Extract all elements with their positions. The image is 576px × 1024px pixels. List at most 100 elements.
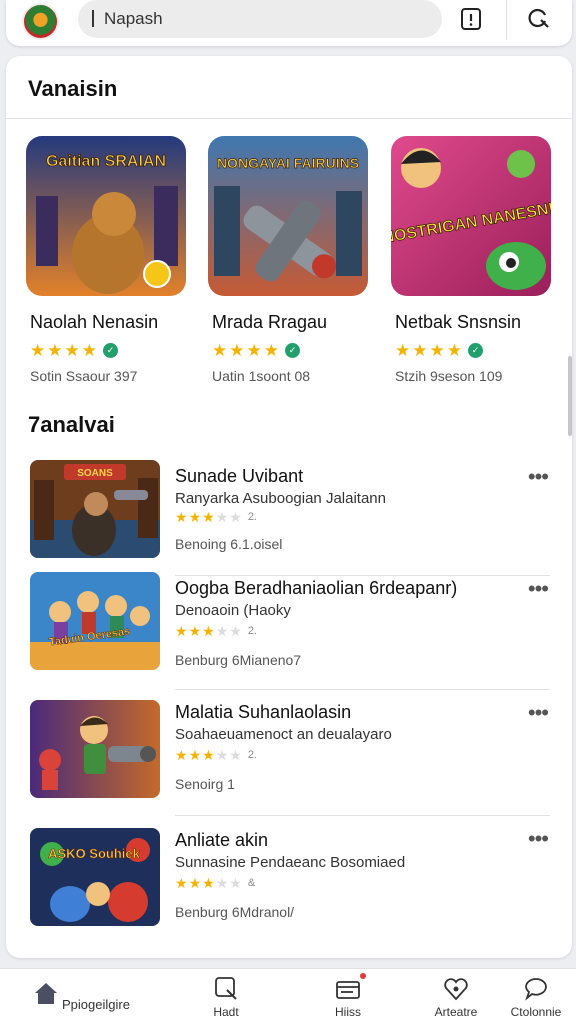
star-icon: ★ [229,875,242,891]
notice-icon[interactable] [458,6,484,32]
list-item[interactable]: Taduin Oeresas Oogba Beradhaniaolian 6rd… [6,566,572,690]
bottom-navigation: Ppiogeilgire Hadt Hiiss Arteatre Ctolonn… [0,968,576,1024]
app-title: Malatia Suhanlaolasin [175,702,352,722]
star-icon: ★ [215,509,229,525]
app-cover-art: NOSTRIGAN NANESN! [391,136,551,296]
scrollbar[interactable] [568,356,572,436]
more-options-icon[interactable]: ••• [528,466,549,488]
search-bar[interactable]: Napash [78,0,442,38]
star-icon: ★ [202,747,215,763]
star-icon: ★ [229,509,242,525]
text-cursor [92,10,94,27]
star-icon: ★ [175,875,188,891]
app-subtitle: Soahaeuamenoct an deualayaro [175,726,392,743]
star-icon: ★ [30,341,46,360]
star-icon: ★ [229,341,245,360]
list-item[interactable]: Malatia Suhanlaolasin Soahaeuamenoct an … [6,690,572,816]
app-cover-art: Gaitian SRAIAN [26,136,186,296]
app-thumbnail: SOANS [30,460,160,558]
nav-item-hiiss[interactable]: Hiiss [318,969,378,1024]
star-icon: ★ [188,623,202,639]
star-icon: ★ [215,623,229,639]
app-meta: Senoirg 1 [175,776,235,792]
star-rating: ★ ★ ★ ★ ★ 2. [175,510,257,524]
search-icon[interactable] [526,6,552,32]
verified-badge-icon: ✓ [103,343,118,358]
star-rating: ★ ★ ★ ★ ★ 2. [175,624,257,638]
list-item[interactable]: SOANS Sunade Uvibant Ranyarka Asuboogian… [6,456,572,576]
star-icon: ★ [202,509,215,525]
nav-item-ctolonnie[interactable]: Ctolonnie [504,969,568,1024]
star-icon: ★ [395,341,411,360]
app-meta: Benburg 6Mianeno7 [175,652,302,668]
app-name: Mrada Rragau [212,312,328,332]
star-rating: ★ ★ ★ ★ ✓ [30,342,118,359]
rating-count: 2. [247,625,257,637]
star-icon: ★ [188,509,202,525]
featured-section-title: Vanaisin [28,76,118,101]
star-icon: ★ [446,341,462,360]
heart-icon [444,978,468,1001]
app-meta: Benburg 6Mdranol/ [175,904,295,920]
star-icon: ★ [215,875,229,891]
cover-title-text: Gaitian SRAIAN [46,153,166,170]
app-name: Naolah Nenasin [30,312,159,332]
app-name: Netbak Snsnsin [395,312,522,332]
nav-label: Hadt [213,1005,239,1019]
content-card: Vanaisin Gaitian SRAIAN Naolah Nenasin ★… [6,56,572,958]
rating-count: 2. [247,511,257,523]
chat-bubble-icon [525,978,547,1001]
featured-app-card[interactable]: NOSTRIGAN NANESN! Netbak Snsnsin ★ ★ ★ ★ ✓ … [391,136,561,396]
star-icon: ★ [229,623,242,639]
star-icon: ★ [229,747,242,763]
cover-title-text: NONGAYAI FAIRUINS [217,155,359,171]
verified-badge-icon: ✓ [468,343,483,358]
star-rating: ★ ★ ★ ★ ✓ [395,342,483,359]
star-icon: ★ [175,747,188,763]
app-title: Sunade Uvibant [175,466,304,486]
nav-item-home[interactable]: Ppiogeilgire [26,969,136,1024]
search-doc-icon [215,977,237,1000]
app-cover-art: NONGAYAI FAIRUINS [208,136,368,296]
featured-app-card[interactable]: NONGAYAI FAIRUINS Mrada Rragau ★ ★ ★ ★ ✓ Ua… [208,136,378,396]
notification-dot [360,973,366,979]
thumb-title-text: SOANS [77,468,113,479]
more-options-icon[interactable]: ••• [528,578,549,600]
nav-label: Ppiogeilgire [62,997,130,1012]
rating-count: 2. [247,749,257,761]
star-icon: ★ [64,341,80,360]
search-input[interactable]: Napash [104,9,163,29]
app-thumbnail [30,700,160,798]
app-subtitle: Ranyarka Asuboogian Jalaitann [175,490,386,507]
nav-label: Ctolonnie [510,1005,562,1019]
section-divider [6,118,572,119]
more-options-icon[interactable]: ••• [528,828,549,850]
top-app-bar: Napash [6,0,572,46]
star-icon: ★ [202,623,215,639]
list-item[interactable]: ASKO Souhiek Anliate akin Sunnasine Pend… [6,816,572,946]
verified-badge-icon: ✓ [285,343,300,358]
app-title: Oogba Beradhaniaolian 6rdeapanr) [175,578,458,598]
more-options-icon[interactable]: ••• [528,702,549,724]
app-logo[interactable] [22,3,59,40]
app-subtitle: Denoaoin (Haoky [175,602,291,619]
star-icon: ★ [212,341,228,360]
app-title: Anliate akin [175,830,269,850]
nav-item-arteatre[interactable]: Arteatre [426,969,486,1024]
star-icon: ★ [202,875,215,891]
star-icon: ★ [215,747,229,763]
star-icon: ★ [412,341,428,360]
nav-label: Arteatre [434,1005,478,1019]
app-thumbnail: ASKO Souhiek [30,828,160,926]
nav-item-hadt[interactable]: Hadt [196,969,256,1024]
app-thumbnail: Taduin Oeresas [30,572,160,670]
featured-app-card[interactable]: Gaitian SRAIAN Naolah Nenasin ★ ★ ★ ★ ✓ Sot… [26,136,196,396]
star-icon: ★ [175,509,188,525]
wallet-icon [336,981,360,999]
thumb-title-text: ASKO Souhiek [48,846,141,861]
star-icon: ★ [263,341,279,360]
home-icon [35,983,57,1004]
star-rating: ★ ★ ★ ★ ★ & [175,876,255,890]
star-icon: ★ [175,623,188,639]
star-icon: ★ [188,875,202,891]
